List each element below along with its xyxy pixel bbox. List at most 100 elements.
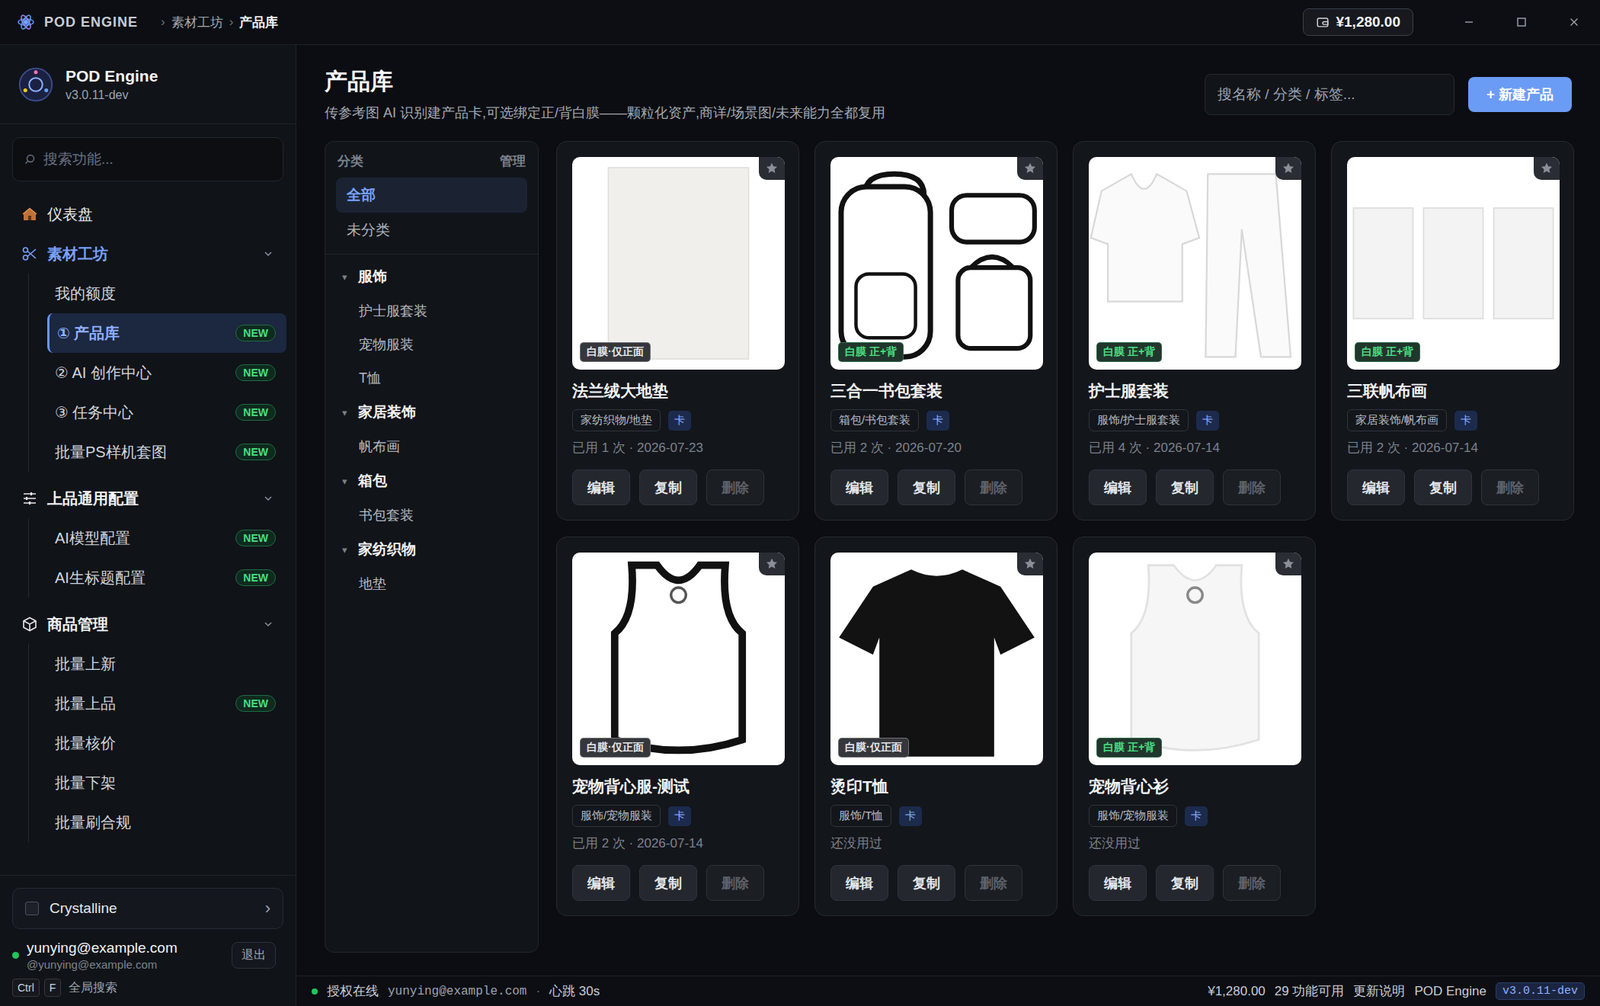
- mockup-badge: 白膜·仅正面: [579, 737, 651, 758]
- sidebar-item[interactable]: ③ 任务中心NEW: [28, 392, 287, 432]
- card-action-button: 删除: [1481, 469, 1540, 506]
- category-group-header[interactable]: ▾箱包: [336, 463, 528, 499]
- maximize-button[interactable]: [1494, 0, 1548, 45]
- sidebar-item[interactable]: 批量下架: [28, 762, 287, 803]
- sidebar-item[interactable]: 批量刷合规: [28, 802, 287, 842]
- card-action-button[interactable]: 编辑: [1088, 864, 1147, 901]
- category-panel: 分类管理全部未分类▾服饰护士服套装宠物服装T恤▾家居装饰帆布画▾箱包书包套装▾家…: [324, 140, 539, 953]
- sidebar-search[interactable]: [12, 137, 284, 182]
- favorite-button[interactable]: [1017, 552, 1044, 576]
- card-actions: 编辑复制删除: [1347, 469, 1559, 506]
- sidebar-search-input[interactable]: [41, 150, 272, 169]
- close-button[interactable]: [1547, 0, 1600, 45]
- product-image: [1347, 156, 1560, 370]
- category-item[interactable]: 帆布画: [336, 429, 528, 464]
- home-icon: [21, 205, 39, 223]
- card-action-button[interactable]: 复制: [1155, 469, 1214, 506]
- card-action-button[interactable]: 编辑: [830, 864, 889, 901]
- product-meta: 家居装饰/帆布画卡: [1347, 409, 1559, 432]
- sidebar-footer: Crystalline›yunying@example.com@yunying@…: [0, 874, 296, 1006]
- sidebar-item-label: 批量PS样机套图: [54, 441, 167, 463]
- favorite-button[interactable]: [1275, 552, 1302, 576]
- card-action-button[interactable]: 编辑: [572, 469, 631, 506]
- sidebar-item-label: 批量核价: [54, 732, 116, 754]
- card-action-button[interactable]: 复制: [1155, 864, 1214, 901]
- category-item[interactable]: 书包套装: [336, 498, 528, 532]
- category-group-header[interactable]: ▾家居装饰: [336, 394, 528, 430]
- minimize-button[interactable]: [1442, 0, 1495, 45]
- new-product-button[interactable]: + 新建产品: [1468, 76, 1572, 112]
- product-card[interactable]: 白膜·仅正面宠物背心服-测试服饰/宠物服装卡已用 2 次 · 2026-07-1…: [556, 536, 800, 916]
- sidebar-item[interactable]: 我的额度: [28, 273, 287, 314]
- card-action-button[interactable]: 编辑: [1088, 469, 1147, 506]
- chevron-down-icon: [262, 617, 275, 631]
- card-action-button[interactable]: 编辑: [1347, 469, 1405, 506]
- card-chip: 卡: [668, 806, 692, 826]
- nav-children: 我的额度① 产品库NEW② AI 创作中心NEW③ 任务中心NEW批量PS样机套…: [28, 273, 287, 472]
- brand-logo-icon: [16, 65, 55, 104]
- sidebar-item[interactable]: 批量核价: [28, 723, 287, 763]
- category-tag: 箱包/书包套装: [830, 409, 919, 432]
- card-action-button[interactable]: 编辑: [830, 469, 889, 506]
- product-search-input[interactable]: [1204, 73, 1455, 116]
- category-group: ▾家居装饰帆布画: [336, 394, 528, 464]
- nav-section-header[interactable]: 商品管理: [9, 604, 287, 644]
- usage-info: 已用 1 次 · 2026-07-23: [572, 438, 784, 458]
- product-card[interactable]: 白膜·仅正面烫印T恤服饰/T恤卡还没用过编辑复制删除: [814, 536, 1058, 916]
- product-card[interactable]: 白膜 正+背宠物背心衫服饰/宠物服装卡还没用过编辑复制删除: [1072, 536, 1316, 916]
- sidebar-item-label: 我的额度: [54, 283, 116, 304]
- favorite-button[interactable]: [758, 156, 785, 180]
- balance-button[interactable]: ¥1,280.00: [1302, 8, 1414, 36]
- product-photo: 白膜·仅正面: [572, 552, 785, 765]
- category-manage-button[interactable]: 管理: [499, 152, 526, 170]
- favorite-button[interactable]: [758, 552, 785, 576]
- category-item[interactable]: 护士服套装: [336, 294, 528, 328]
- favorite-button[interactable]: [1533, 156, 1560, 180]
- category-item[interactable]: 未分类: [336, 212, 528, 248]
- category-item[interactable]: T恤: [336, 361, 528, 395]
- sidebar-item[interactable]: AI生标题配置NEW: [28, 557, 287, 598]
- card-action-button[interactable]: 编辑: [572, 864, 631, 901]
- nav-section-header[interactable]: 素材工坊: [9, 233, 287, 274]
- card-action-button[interactable]: 复制: [639, 469, 698, 506]
- product-card[interactable]: 白膜 正+背三联帆布画家居装饰/帆布画卡已用 2 次 · 2026-07-14编…: [1331, 140, 1575, 521]
- sidebar-item[interactable]: 批量PS样机套图NEW: [28, 432, 287, 472]
- sidebar-item[interactable]: ② AI 创作中心NEW: [28, 352, 287, 393]
- card-action-button[interactable]: 复制: [897, 469, 956, 506]
- favorite-button[interactable]: [1275, 156, 1302, 180]
- card-action-button[interactable]: 复制: [1414, 469, 1472, 506]
- category-group-header[interactable]: ▾服饰: [336, 259, 528, 295]
- star-icon: [1023, 161, 1037, 176]
- version-chip: v3.0.11-dev: [1495, 982, 1585, 1000]
- favorite-button[interactable]: [1017, 156, 1044, 180]
- sidebar-item[interactable]: 批量上新: [28, 643, 287, 684]
- content-area: 分类管理全部未分类▾服饰护士服套装宠物服装T恤▾家居装饰帆布画▾箱包书包套装▾家…: [324, 140, 1572, 953]
- category-caret: ▾: [342, 271, 348, 283]
- nav-section-label: 上品通用配置: [47, 488, 253, 509]
- sidebar-item[interactable]: 批量上品NEW: [28, 683, 287, 724]
- category-group-label: 家居装饰: [358, 402, 416, 423]
- category-group-header[interactable]: ▾家纺织物: [336, 531, 528, 567]
- category-item[interactable]: 宠物服装: [336, 327, 528, 362]
- balance-amount: ¥1,280.00: [1335, 13, 1401, 31]
- sidebar-item[interactable]: ① 产品库NEW: [47, 313, 287, 353]
- breadcrumb-item[interactable]: 素材工坊: [171, 13, 224, 32]
- nav-section-header[interactable]: 上品通用配置: [9, 478, 287, 519]
- nav-section-header[interactable]: 仪表盘: [9, 194, 287, 234]
- sidebar-item-label: 批量上新: [54, 653, 116, 675]
- workspace-switcher[interactable]: Crystalline›: [12, 887, 284, 929]
- card-action-button[interactable]: 复制: [639, 864, 698, 901]
- sidebar-nav: 仪表盘素材工坊我的额度 ① 产品库NEW② AI 创作中心NEW③ 任务中心NEW…: [0, 194, 296, 875]
- product-grid: 白膜·仅正面法兰绒大地垫家纺织物/地垫卡已用 1 次 · 2026-07-23编…: [556, 140, 1572, 953]
- category-tag: 家居装饰/帆布画: [1347, 409, 1447, 432]
- product-card[interactable]: 白膜 正+背护士服套装服饰/护士服套装卡已用 4 次 · 2026-07-14编…: [1072, 140, 1316, 521]
- sidebar-item[interactable]: AI模型配置NEW: [28, 518, 287, 558]
- category-item[interactable]: 全部: [336, 177, 528, 213]
- product-card[interactable]: 白膜 正+背三合一书包套装箱包/书包套装卡已用 2 次 · 2026-07-20…: [814, 140, 1058, 521]
- product-card[interactable]: 白膜·仅正面法兰绒大地垫家纺织物/地垫卡已用 1 次 · 2026-07-23编…: [556, 140, 800, 521]
- category-item[interactable]: 地垫: [336, 566, 528, 601]
- changelog-link[interactable]: 更新说明: [1353, 982, 1405, 1000]
- nav-section-label: 素材工坊: [47, 243, 253, 265]
- card-action-button[interactable]: 复制: [897, 864, 956, 901]
- logout-button[interactable]: 退出: [231, 941, 276, 969]
